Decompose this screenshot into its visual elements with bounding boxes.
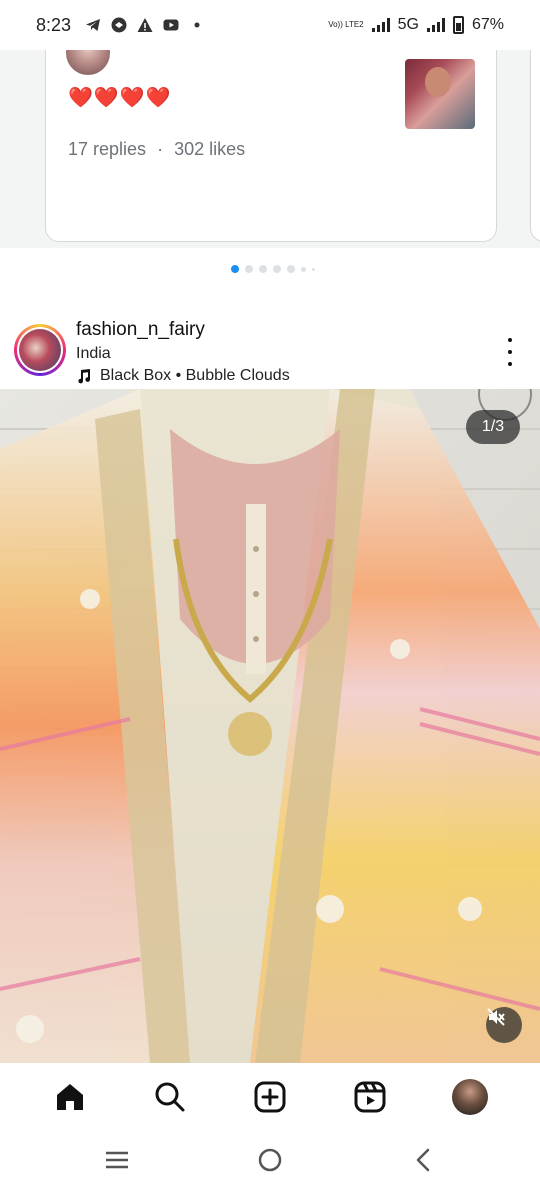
status-notification-icons [85, 17, 205, 33]
music-title: Black Box • Bubble Clouds [100, 367, 290, 384]
pagination-dot [287, 265, 295, 273]
media-counter-badge: 1/3 [466, 410, 520, 444]
commenter-avatar[interactable] [66, 50, 110, 75]
system-navigation-bar [0, 1131, 540, 1188]
comment-thumbnail[interactable] [405, 59, 475, 129]
nav-create-button[interactable] [248, 1075, 292, 1119]
signal-icon-2 [426, 18, 445, 32]
next-comment-card[interactable] [530, 50, 540, 242]
meta-separator: · [157, 139, 164, 159]
comment-carousel[interactable]: mansi_solanki_0104 21h ❤️❤️❤️❤️ 17 repli… [0, 50, 540, 248]
dot-icon [194, 22, 200, 28]
app-icon [111, 17, 127, 33]
youtube-icon [163, 19, 179, 31]
battery-icon [452, 16, 464, 34]
system-home-button[interactable] [250, 1140, 290, 1180]
home-circle-icon [258, 1148, 282, 1171]
network-type: 5G [397, 16, 419, 33]
post-media[interactable]: 1/3 [0, 389, 540, 1063]
post-header: fashion_n_fairy India Black Box • Bubble… [0, 310, 540, 388]
status-bar: 8:23 Vo)) LTE2 5G 67% [0, 0, 540, 50]
music-note-icon [78, 369, 91, 384]
home-icon [57, 1084, 83, 1110]
pagination-dot [245, 265, 253, 273]
nav-home-button[interactable] [48, 1075, 92, 1119]
comment-meta: 17 replies · 302 likes [68, 139, 245, 160]
system-back-button[interactable] [403, 1140, 443, 1180]
telegram-icon [86, 19, 101, 31]
profile-avatar [452, 1079, 488, 1115]
pagination-dot [259, 265, 267, 273]
back-icon [417, 1148, 430, 1171]
nav-profile-button[interactable] [448, 1075, 492, 1119]
speaker-muted-icon [487, 1008, 505, 1026]
volte-indicator: Vo)) LTE2 [328, 20, 364, 29]
recent-apps-button[interactable] [97, 1140, 137, 1180]
more-options-icon[interactable] [500, 338, 520, 366]
likes-count[interactable]: 302 likes [174, 139, 245, 159]
pagination-dot [301, 266, 306, 272]
status-time: 8:23 [36, 14, 72, 35]
create-icon [254, 1081, 286, 1113]
pagination-dot [273, 265, 281, 273]
post-location[interactable]: India [76, 345, 111, 363]
search-icon [155, 1082, 185, 1112]
reels-icon [354, 1081, 386, 1113]
post-username[interactable]: fashion_n_fairy [76, 319, 205, 341]
carousel-pagination [0, 262, 540, 276]
nav-reels-button[interactable] [348, 1075, 392, 1119]
battery-percent: 67% [471, 16, 504, 33]
pagination-dot-active [231, 265, 239, 273]
nav-search-button[interactable] [148, 1075, 192, 1119]
recent-apps-icon [105, 1151, 128, 1168]
status-right-group: Vo)) LTE2 5G 67% [328, 16, 504, 34]
post-author-avatar[interactable] [14, 324, 66, 376]
signal-icon [371, 18, 390, 32]
mute-toggle-button[interactable] [486, 1007, 522, 1043]
comment-card[interactable]: mansi_solanki_0104 21h ❤️❤️❤️❤️ 17 repli… [45, 50, 497, 242]
pagination-dot [312, 267, 315, 271]
warning-icon [137, 18, 153, 32]
bottom-navigation [0, 1063, 540, 1131]
comment-text: ❤️❤️❤️❤️ [68, 87, 172, 109]
post-music[interactable]: Black Box • Bubble Clouds [76, 367, 290, 385]
post-photo [0, 389, 540, 1063]
replies-count[interactable]: 17 replies [68, 139, 146, 159]
